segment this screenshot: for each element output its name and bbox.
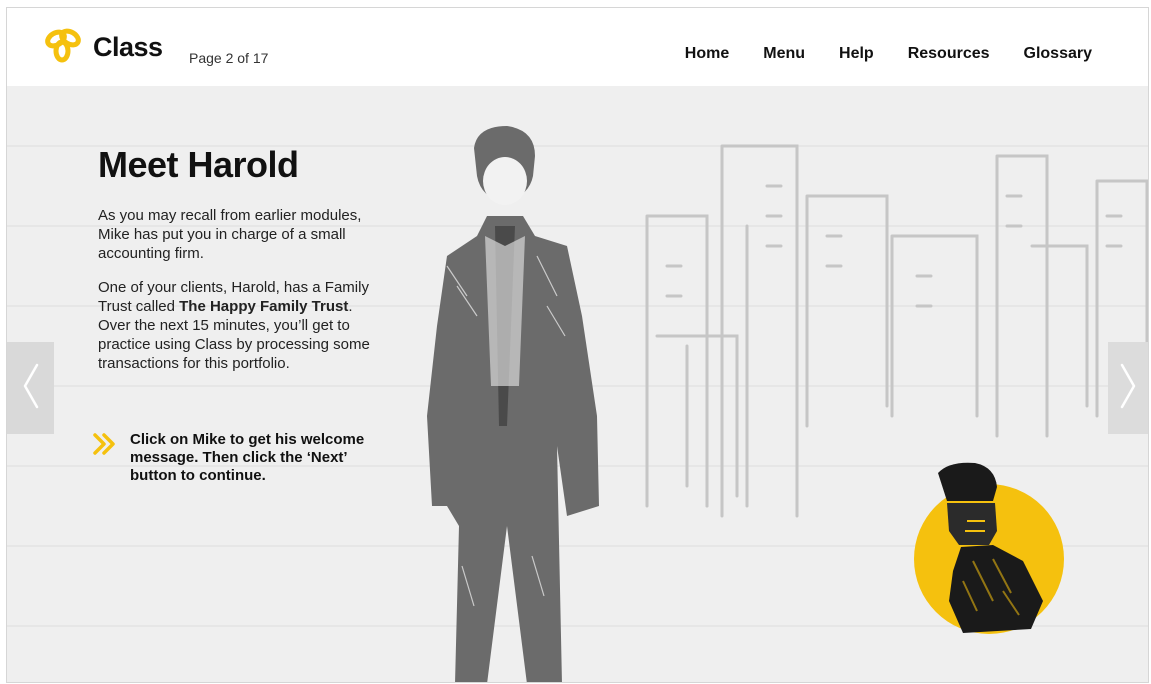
intro-paragraph: As you may recall from earlier modules, … bbox=[98, 207, 362, 262]
trust-name: The Happy Family Trust bbox=[179, 298, 349, 315]
double-chevron-right-icon bbox=[92, 431, 118, 485]
nav-home[interactable]: Home bbox=[685, 45, 729, 63]
slide-stage: Meet Harold As you may recall from earli… bbox=[7, 86, 1148, 682]
class-logo[interactable]: Class bbox=[43, 27, 163, 68]
nav-resources[interactable]: Resources bbox=[908, 45, 990, 63]
nav-menu[interactable]: Menu bbox=[763, 45, 805, 63]
chevron-left-icon bbox=[21, 361, 41, 416]
intro-text: Meet Harold As you may recall from earli… bbox=[98, 144, 388, 388]
course-player: Class Page 2 of 17 Home Menu Help Resour… bbox=[6, 7, 1149, 683]
top-bar: Class Page 2 of 17 Home Menu Help Resour… bbox=[7, 8, 1148, 86]
instruction-text: Click on Mike to get his welcome message… bbox=[130, 431, 365, 484]
mike-avatar[interactable] bbox=[903, 461, 1073, 636]
chevron-right-icon bbox=[1118, 361, 1138, 416]
harold-figure bbox=[427, 126, 599, 682]
main-nav: Home Menu Help Resources Glossary bbox=[685, 45, 1092, 63]
trust-paragraph: One of your clients, Harold, has a Famil… bbox=[98, 279, 370, 372]
nav-help[interactable]: Help bbox=[839, 45, 874, 63]
instruction: Click on Mike to get his welcome message… bbox=[92, 431, 392, 485]
page-title: Meet Harold bbox=[98, 144, 299, 185]
next-button[interactable] bbox=[1108, 342, 1148, 434]
class-logo-icon bbox=[43, 27, 87, 68]
app-window: Class Page 2 of 17 Home Menu Help Resour… bbox=[0, 0, 1151, 684]
page-counter: Page 2 of 17 bbox=[189, 50, 269, 66]
prev-button[interactable] bbox=[7, 342, 54, 434]
nav-glossary[interactable]: Glossary bbox=[1024, 45, 1092, 63]
logo-text: Class bbox=[93, 32, 163, 62]
